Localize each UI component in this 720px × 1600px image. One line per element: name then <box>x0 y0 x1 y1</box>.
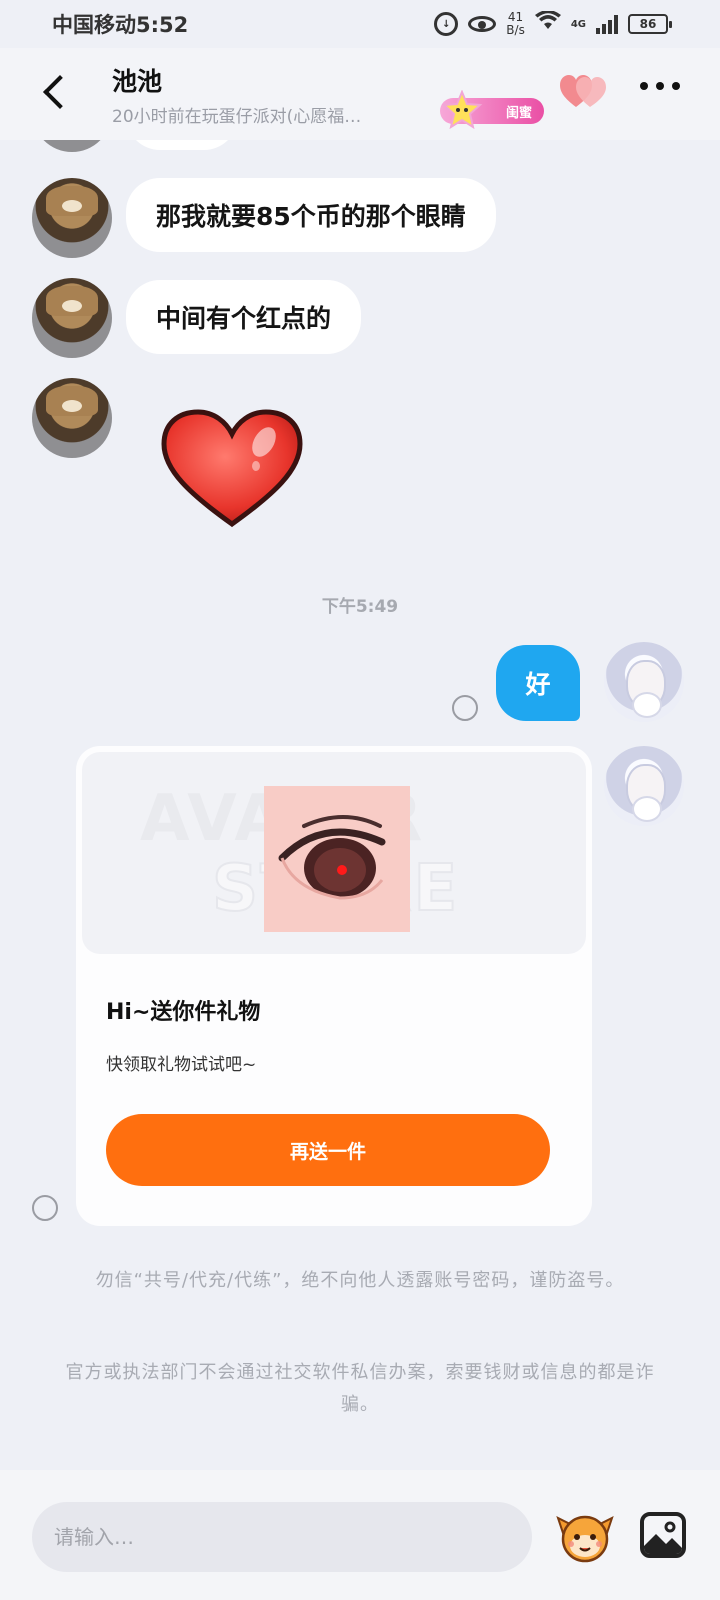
security-notice: 勿信“共号/代充/代练”，绝不向他人透露账号密码，谨防盗号。 <box>95 1270 625 1291</box>
message-bubble-out[interactable]: 好 <box>496 645 580 721</box>
avatar[interactable] <box>604 642 684 722</box>
read-status-icon <box>452 695 478 721</box>
avatar[interactable] <box>32 378 112 458</box>
avatar[interactable] <box>32 278 112 358</box>
gift-card[interactable]: AVATAR STORE Hi~送你件礼物 快领取礼物试试吧~ 再送一件 <box>76 746 592 1226</box>
net-speed-unit: B/s <box>506 23 525 37</box>
gift-preview: AVATAR STORE <box>82 752 586 954</box>
net-speed: 41 B/s <box>506 11 525 37</box>
avatar[interactable] <box>604 746 684 826</box>
fraud-notice: 官方或执法部门不会通过社交软件私信办案，索要钱财或信息的都是诈骗。 <box>65 1362 655 1415</box>
send-another-button[interactable]: 再送一件 <box>106 1114 550 1186</box>
message-bubble[interactable]: 中间有个红点的 <box>126 280 362 354</box>
contact-status: 20小时前在玩蛋仔派对(心愿福… <box>112 107 362 127</box>
data-saver-icon: ↓ <box>434 12 459 36</box>
net-speed-value: 41 <box>507 10 524 24</box>
eye-icon <box>468 16 497 32</box>
gift-description: 快领取礼物试试吧~ <box>106 1055 257 1075</box>
avatar[interactable] <box>32 178 112 258</box>
chat-area[interactable]: 那我就要85个币的那个眼睛 中间有个红点的 下午5:49 好 AVATAR ST… <box>0 140 720 1470</box>
relation-badge[interactable]: 闺蜜 <box>440 90 544 130</box>
input-bar <box>0 1470 720 1600</box>
contact-name[interactable]: 池池 <box>112 62 162 98</box>
more-icon[interactable] <box>640 82 680 90</box>
message-bubble-partial <box>126 140 238 150</box>
star-icon <box>441 90 483 130</box>
heart-sticker[interactable] <box>160 408 304 530</box>
emoji-icon[interactable] <box>556 1506 614 1564</box>
timestamp: 下午5:49 <box>321 597 399 617</box>
carrier-time: 中国移动5:52 <box>52 13 189 37</box>
chat-header: 池池 20小时前在玩蛋仔派对(心愿福… 闺蜜 <box>0 48 720 140</box>
message-input[interactable] <box>32 1502 532 1572</box>
eye-gift-image <box>264 786 410 932</box>
status-icons: ↓ 41 B/s 4G 86 <box>434 10 672 37</box>
message-bubble[interactable]: 那我就要85个币的那个眼睛 <box>126 178 496 252</box>
read-status-icon <box>32 1195 58 1221</box>
status-bar: 中国移动5:52 ↓ 41 B/s 4G 86 <box>0 0 720 48</box>
back-arrow-icon[interactable] <box>36 72 76 112</box>
gift-title: Hi~送你件礼物 <box>106 1000 261 1025</box>
image-icon[interactable] <box>640 1512 686 1558</box>
battery-level: 86 <box>639 17 657 31</box>
signal-icon <box>596 14 618 34</box>
wifi-icon <box>534 10 561 37</box>
relation-badge-label: 闺蜜 <box>505 105 532 121</box>
network-type: 4G <box>570 18 586 30</box>
heart-icon[interactable] <box>560 74 608 110</box>
battery-icon: 86 <box>628 14 672 34</box>
avatar[interactable] <box>32 140 112 152</box>
